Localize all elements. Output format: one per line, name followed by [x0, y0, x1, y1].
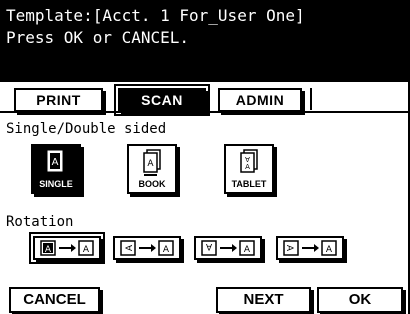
single-page-icon: A — [47, 150, 63, 172]
single-button[interactable]: A SINGLE — [31, 144, 81, 194]
instruction-message: Press OK or CANCEL. — [6, 28, 190, 47]
tab-admin[interactable]: ADMIN — [218, 88, 302, 112]
single-label: SINGLE — [39, 179, 73, 189]
svg-text:A: A — [205, 241, 212, 251]
rotation-label: Rotation — [6, 214, 74, 230]
rotation-left-button[interactable]: A A — [113, 236, 181, 260]
rotation-right-button[interactable]: A A — [276, 236, 344, 260]
ok-button[interactable]: OK — [317, 287, 403, 313]
next-button[interactable]: NEXT — [216, 287, 311, 313]
rotation-180-button[interactable]: A A — [194, 236, 262, 260]
tablet-pages-icon: A A — [240, 149, 258, 173]
rotate-left-icon: A A — [120, 240, 174, 256]
svg-text:A: A — [326, 245, 333, 255]
book-button[interactable]: A BOOK — [127, 144, 177, 194]
svg-text:A: A — [244, 245, 251, 255]
svg-text:A: A — [245, 155, 250, 163]
tab-scan[interactable]: SCAN — [114, 84, 210, 116]
svg-text:A: A — [284, 245, 294, 252]
rotate-180-icon: A A — [201, 240, 255, 256]
mode-tabs: PRINT SCAN ADMIN — [0, 84, 410, 116]
book-label: BOOK — [138, 179, 166, 189]
message-area: Template:[Acct. 1 For_User One] Press OK… — [0, 0, 410, 82]
rotation-none-button[interactable]: A A — [29, 232, 105, 264]
duplex-label: Single/Double sided — [6, 121, 167, 137]
tab-separator — [310, 88, 312, 110]
svg-text:A: A — [245, 163, 250, 171]
cancel-button[interactable]: CANCEL — [9, 287, 100, 313]
svg-text:A: A — [83, 245, 90, 255]
tablet-button[interactable]: A A TABLET — [224, 144, 274, 194]
svg-text:A: A — [147, 159, 154, 169]
svg-text:A: A — [163, 245, 170, 255]
svg-text:A: A — [125, 244, 135, 251]
template-message: Template:[Acct. 1 For_User One] — [6, 6, 305, 25]
tablet-label: TABLET — [231, 179, 267, 189]
svg-text:A: A — [45, 245, 52, 255]
tab-print[interactable]: PRINT — [14, 88, 103, 112]
book-pages-icon: A — [143, 149, 161, 176]
svg-text:A: A — [52, 157, 59, 168]
rotate-none-icon: A A — [40, 240, 94, 256]
rotate-right-icon: A A — [283, 240, 337, 256]
